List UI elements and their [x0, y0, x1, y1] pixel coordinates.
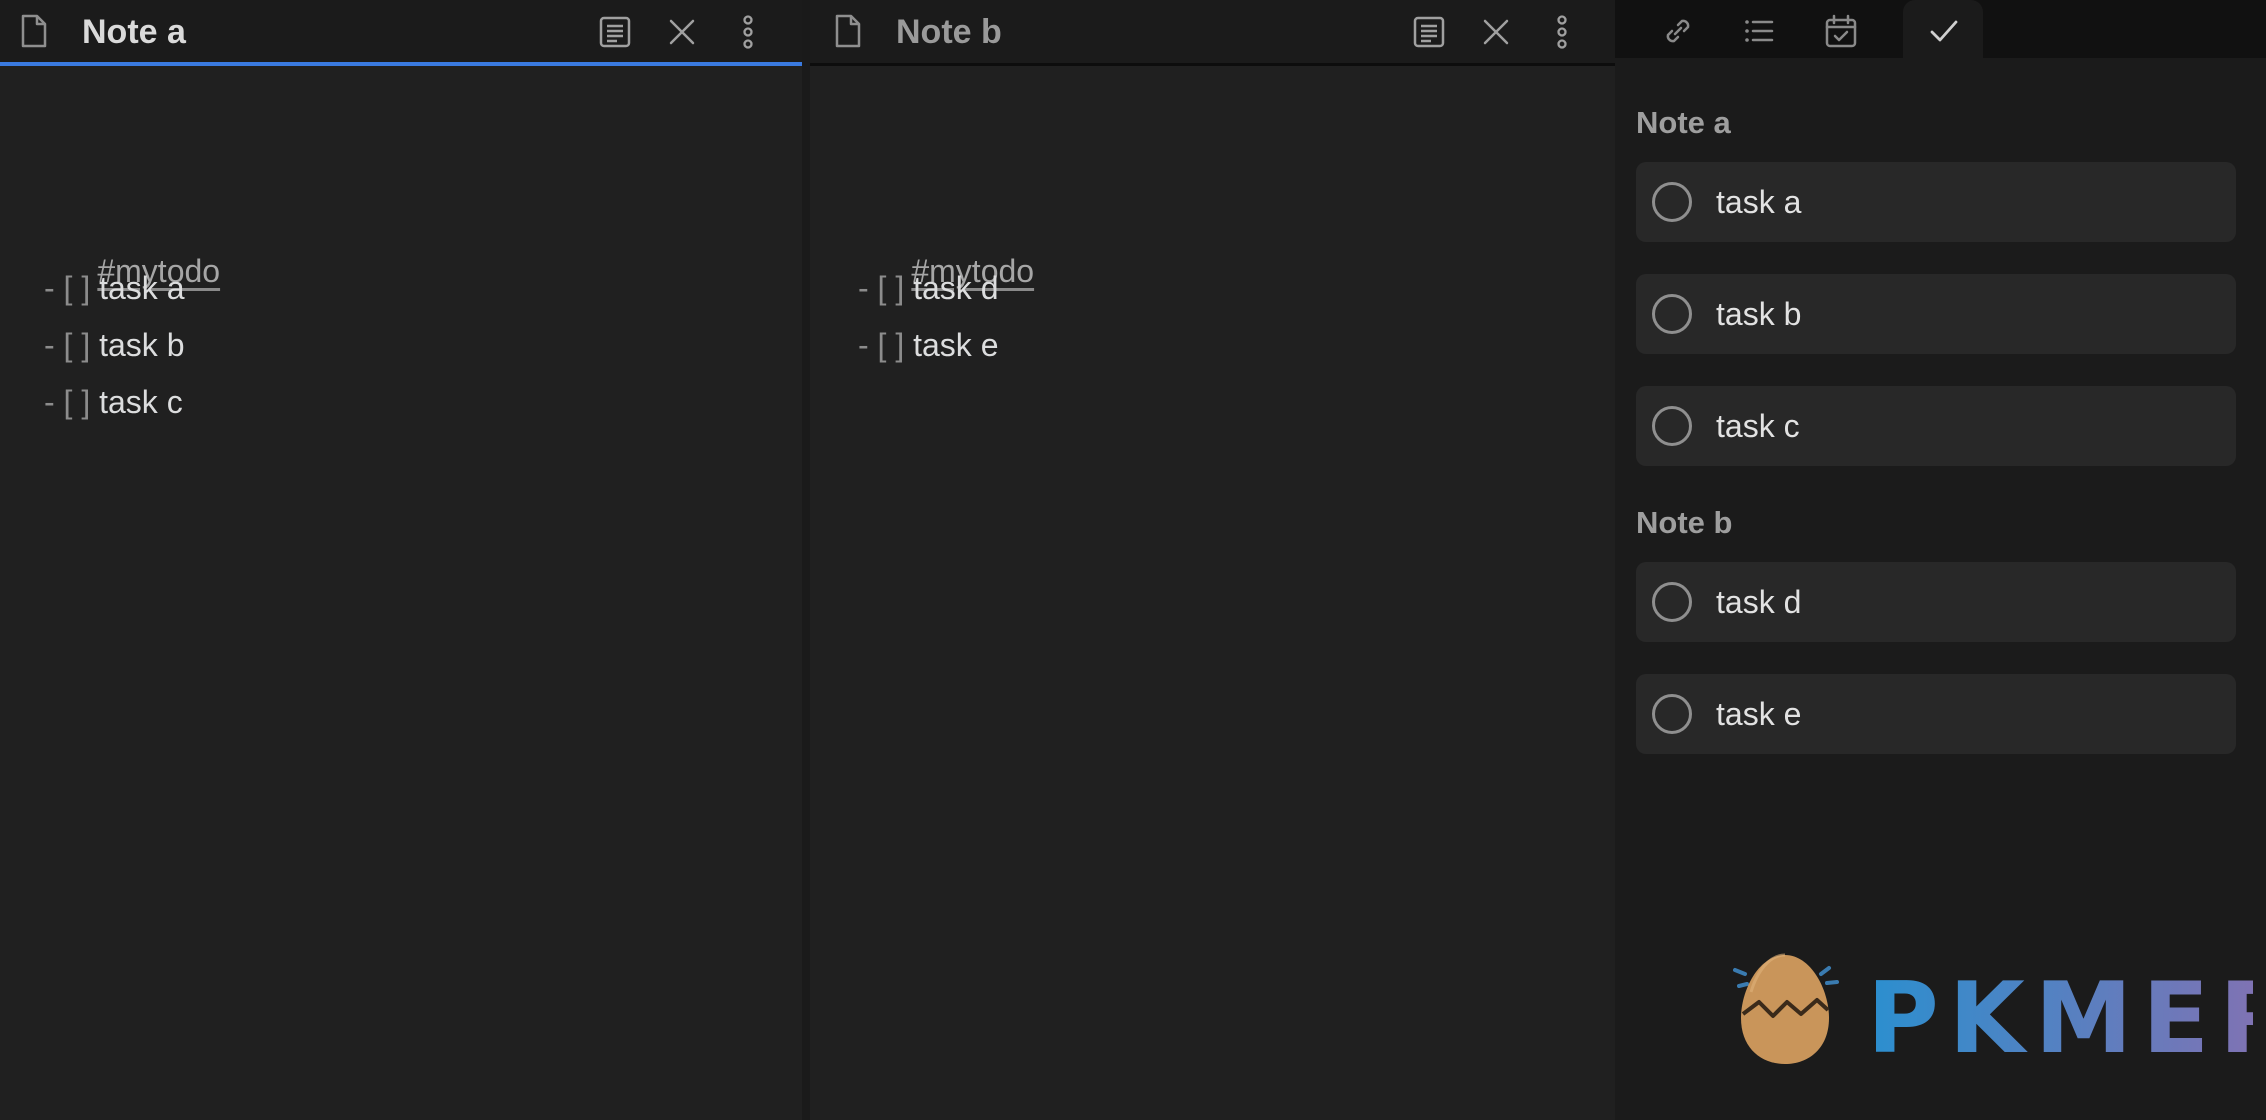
egg-icon — [1733, 953, 1839, 1064]
task-item[interactable]: task c — [1636, 386, 2236, 466]
pane-title[interactable]: Note a — [82, 12, 186, 52]
editor-pane-note-b: Note b #mytodo - [ ] task d - [ ] task e — [810, 0, 1615, 1120]
pane-header-border — [810, 63, 1615, 66]
task-item[interactable]: task e — [1636, 674, 2236, 754]
tab-backlinks[interactable] — [1637, 0, 1717, 58]
task-item[interactable]: task b — [1636, 274, 2236, 354]
calendar-check-icon — [1825, 14, 1857, 48]
checkbox-markup: [ ] — [877, 270, 905, 306]
checkbox-markup: [ ] — [63, 384, 91, 420]
pkmer-logo: PKMER — [1733, 953, 2253, 1072]
more-options-icon[interactable] — [1545, 15, 1579, 49]
task-label: task d — [1716, 584, 1802, 620]
checkbox-markup: [ ] — [877, 327, 905, 363]
task-label: task a — [1716, 184, 1802, 220]
task-text: task b — [90, 327, 185, 363]
sidebar-tab-bar — [1615, 0, 2266, 58]
pane-header: Note b — [810, 0, 1615, 66]
task-group-title[interactable]: Note a — [1636, 103, 1731, 143]
checkbox-markup: [ ] — [63, 270, 91, 306]
checkbox-markup: [ ] — [63, 327, 91, 363]
tab-outline[interactable] — [1718, 0, 1798, 58]
task-group-title[interactable]: Note b — [1636, 503, 1732, 543]
pane-title[interactable]: Note b — [896, 12, 1002, 52]
active-tab-indicator — [0, 62, 802, 66]
task-checkbox[interactable] — [1652, 182, 1692, 222]
list-marker: - — [858, 270, 878, 306]
task-item[interactable]: task a — [1636, 162, 2236, 242]
close-icon[interactable] — [1479, 15, 1513, 49]
task-text: task d — [904, 270, 999, 306]
file-icon — [21, 14, 47, 48]
reading-view-icon[interactable] — [598, 15, 632, 49]
list-marker: - — [44, 270, 64, 306]
task-line[interactable]: - [ ] task c — [44, 382, 183, 422]
task-item[interactable]: task d — [1636, 562, 2236, 642]
reading-view-icon[interactable] — [1412, 15, 1446, 49]
editor-pane-note-a: Note a #mytodo - [ ] task a - [ ] task b… — [0, 0, 802, 1120]
link-icon — [1666, 19, 1690, 43]
task-line[interactable]: - [ ] task e — [858, 325, 998, 365]
pane-divider[interactable] — [802, 0, 810, 1120]
task-checkbox[interactable] — [1652, 694, 1692, 734]
logo-text: PKMER — [1867, 962, 2253, 1072]
file-icon — [835, 14, 861, 48]
list-marker: - — [44, 384, 64, 420]
task-text: task c — [90, 384, 183, 420]
tab-calendar[interactable] — [1800, 0, 1880, 58]
task-label: task b — [1716, 296, 1802, 332]
list-marker: - — [44, 327, 64, 363]
task-text: task a — [90, 270, 185, 306]
task-text: task e — [904, 327, 999, 363]
task-line[interactable]: - [ ] task b — [44, 325, 184, 365]
tab-tasks[interactable] — [1903, 0, 1983, 58]
task-label: task c — [1716, 408, 1800, 444]
close-icon[interactable] — [665, 15, 699, 49]
task-label: task e — [1716, 696, 1802, 732]
more-options-icon[interactable] — [731, 15, 765, 49]
task-checkbox[interactable] — [1652, 294, 1692, 334]
task-checkbox[interactable] — [1652, 582, 1692, 622]
task-line[interactable]: - [ ] task d — [858, 268, 998, 308]
task-line[interactable]: - [ ] task a — [44, 268, 184, 308]
task-checkbox[interactable] — [1652, 406, 1692, 446]
list-marker: - — [858, 327, 878, 363]
pane-header: Note a — [0, 0, 802, 66]
check-icon — [1930, 20, 1958, 42]
list-icon — [1745, 20, 1774, 42]
